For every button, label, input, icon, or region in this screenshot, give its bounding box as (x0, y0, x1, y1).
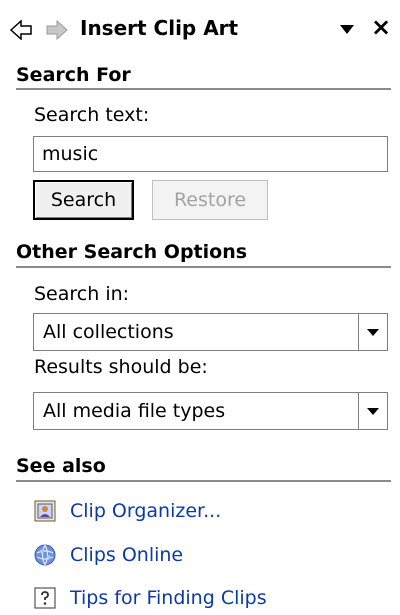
back-arrow-icon[interactable] (9, 19, 32, 41)
search-in-label: Search in: (34, 283, 130, 305)
search-in-select[interactable]: All collections (33, 313, 388, 351)
close-icon[interactable]: × (368, 13, 394, 41)
chevron-down-icon[interactable] (358, 393, 387, 429)
restore-button: Restore (152, 180, 268, 220)
help-icon (34, 587, 56, 609)
search-text-input[interactable] (33, 136, 388, 172)
clip-organizer-icon (34, 500, 56, 522)
section-divider (16, 480, 391, 482)
link-clip-organizer[interactable]: Clip Organizer... (34, 498, 221, 524)
link-label[interactable]: Clips Online (70, 544, 183, 566)
section-divider (16, 266, 391, 268)
see-also-heading: See also (16, 455, 106, 477)
pane-menu-dropdown-icon[interactable] (337, 22, 357, 38)
results-should-be-label: Results should be: (34, 356, 208, 378)
task-pane-titlebar: Insert Clip Art × (0, 0, 400, 62)
results-type-value: All media file types (43, 400, 226, 422)
results-type-select[interactable]: All media file types (33, 392, 388, 430)
link-label[interactable]: Clip Organizer... (70, 500, 221, 522)
forward-arrow-icon[interactable] (46, 19, 68, 41)
link-clips-online[interactable]: Clips Online (34, 542, 183, 568)
search-button[interactable]: Search (33, 180, 134, 220)
globe-icon (34, 544, 56, 566)
pane-title: Insert Clip Art (80, 16, 239, 40)
other-search-options-heading: Other Search Options (16, 241, 248, 263)
search-in-value: All collections (43, 321, 174, 343)
chevron-down-icon[interactable] (358, 314, 387, 350)
search-text-label: Search text: (34, 104, 150, 126)
section-divider (16, 88, 391, 90)
link-tips-for-finding-clips[interactable]: Tips for Finding Clips (34, 585, 267, 611)
search-for-heading: Search For (16, 64, 131, 86)
link-label[interactable]: Tips for Finding Clips (70, 587, 267, 609)
